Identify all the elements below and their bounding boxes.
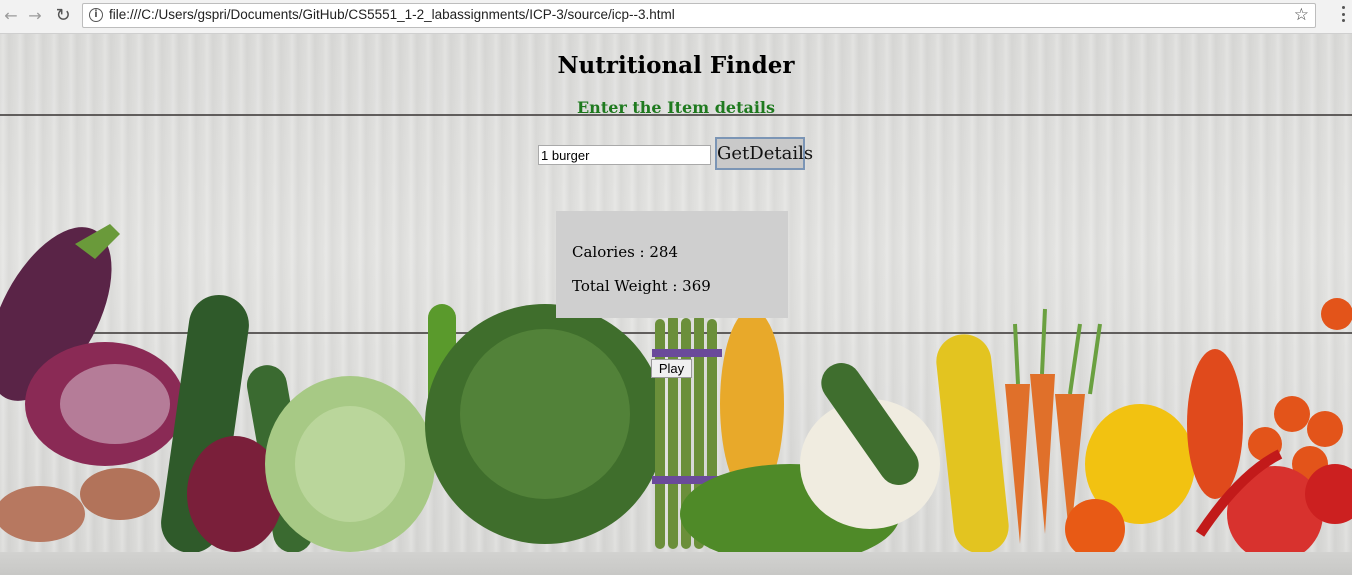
reload-icon[interactable]: ↻ bbox=[52, 5, 74, 27]
radicchio-highlight bbox=[60, 364, 170, 444]
url-text[interactable]: file:///C:/Users/gspri/Documents/GitHub/… bbox=[109, 7, 675, 22]
cabbage-highlight bbox=[295, 406, 405, 522]
info-icon[interactable]: i bbox=[89, 8, 103, 22]
play-button[interactable]: Play bbox=[651, 359, 692, 378]
kebab-menu-icon[interactable] bbox=[1342, 6, 1346, 26]
get-details-button[interactable]: GetDetails bbox=[715, 137, 813, 170]
yellow-zucchini-shape bbox=[936, 334, 1009, 554]
arrow-left-icon[interactable]: ← bbox=[0, 5, 22, 27]
address-bar[interactable]: i file:///C:/Users/gspri/Documents/GitHu… bbox=[82, 3, 1316, 28]
carrot-tops bbox=[1013, 308, 1102, 395]
wood-bottom-strip bbox=[0, 552, 1352, 575]
tomato-shape bbox=[1321, 298, 1352, 330]
page-title: Nutritional Finder bbox=[557, 52, 795, 79]
page-content: Nutritional Finder Enter the Item detail… bbox=[0, 34, 1352, 575]
potato-shape bbox=[80, 468, 160, 520]
arrow-right-icon[interactable]: → bbox=[24, 5, 46, 27]
total-weight-text: Total Weight : 369 bbox=[572, 277, 711, 295]
tomato-shape bbox=[1274, 396, 1310, 432]
results-panel: Calories : 284 Total Weight : 369 bbox=[556, 211, 788, 318]
star-icon[interactable]: ☆ bbox=[1294, 5, 1309, 25]
tomato-shape bbox=[1307, 411, 1343, 447]
savoy-cabbage-highlight bbox=[460, 329, 630, 499]
browser-toolbar: ← → ↻ i file:///C:/Users/gspri/Documents… bbox=[0, 0, 1352, 34]
page-subtitle: Enter the Item details bbox=[576, 98, 775, 117]
red-pepper-shape bbox=[1187, 349, 1243, 499]
item-input[interactable] bbox=[538, 145, 711, 165]
asparagus-band bbox=[652, 349, 722, 357]
potato-shape bbox=[0, 486, 85, 542]
calories-text: Calories : 284 bbox=[572, 243, 679, 261]
